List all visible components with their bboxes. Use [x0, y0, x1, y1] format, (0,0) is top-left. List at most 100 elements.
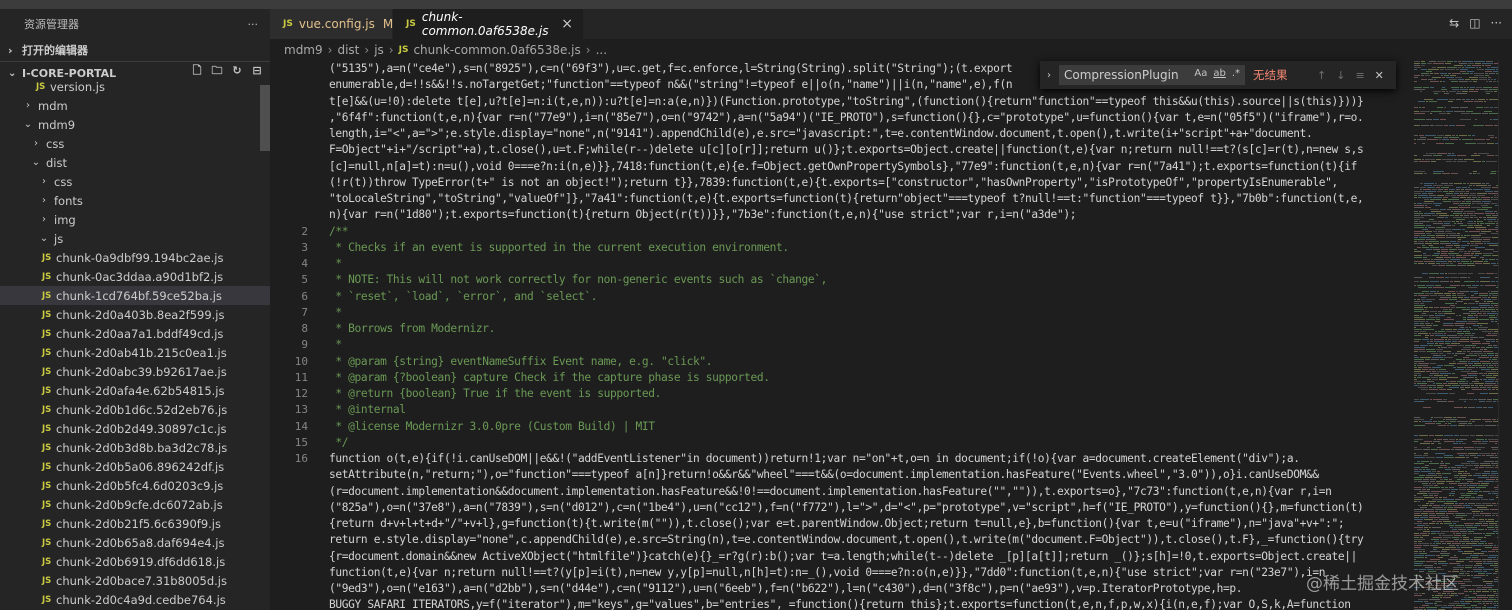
minimap-line: [1489, 99, 1498, 100]
minimap-line: [1443, 497, 1447, 498]
breadcrumb-item[interactable]: js: [374, 43, 384, 57]
sidebar-scrollbar[interactable]: [260, 85, 270, 151]
file-item[interactable]: JS chunk-0a9dbf99.194bc2ae.js: [0, 248, 270, 267]
new-folder-icon[interactable]: 🗀: [210, 64, 224, 78]
file-item[interactable]: JS chunk-2d0b5a06.896242df.js: [0, 457, 270, 476]
file-item[interactable]: JS chunk-2d0b2d49.30897c1c.js: [0, 419, 270, 438]
folder-item[interactable]: › mdm: [0, 96, 270, 115]
breadcrumb-item[interactable]: mdm9: [284, 43, 323, 57]
minimap-line: [1457, 241, 1461, 242]
minimap-line: [1451, 343, 1460, 344]
minimap-line: [1426, 503, 1429, 504]
match-case-toggle[interactable]: Aa: [1194, 68, 1207, 79]
open-editors-section[interactable]: › 打开的编辑器: [0, 39, 270, 61]
minimap-line: [1474, 539, 1481, 540]
folder-item[interactable]: ⌄ dist: [0, 153, 270, 172]
file-item[interactable]: JS chunk-2d0ab41b.215c0ea1.js: [0, 343, 270, 362]
collapse-all-icon[interactable]: ⊟: [250, 64, 264, 78]
file-item[interactable]: JS chunk-2d0aa7a1.bddf49cd.js: [0, 324, 270, 343]
minimap-line: [1437, 521, 1442, 522]
minimap-line: [1417, 377, 1421, 378]
minimap-line: [1445, 541, 1454, 542]
breadcrumb-item[interactable]: dist: [337, 43, 359, 57]
file-item[interactable]: JS chunk-2d0c4a9d.cedbe764.js: [0, 590, 270, 609]
minimap-line: [1470, 339, 1473, 340]
file-item[interactable]: JS chunk-2d0b3d8b.ba3d2c78.js: [0, 438, 270, 457]
file-item[interactable]: JS chunk-1cd764bf.59ce52ba.js: [0, 286, 270, 305]
file-item[interactable]: JS chunk-2d0b6919.df6dd618.js: [0, 552, 270, 571]
minimap-line: [1473, 185, 1475, 186]
minimap-line: [1479, 67, 1481, 68]
toggle-replace-icon[interactable]: ›: [1042, 70, 1056, 81]
file-item[interactable]: JS chunk-2d0b1d6c.52d2eb76.js: [0, 400, 270, 419]
minimap-line: [1482, 161, 1485, 162]
minimap-line: [1458, 471, 1464, 472]
folder-item[interactable]: ⌄ js: [0, 229, 270, 248]
minimap-line: [1480, 307, 1487, 308]
file-item[interactable]: JS chunk-2d0abc39.b92617ae.js: [0, 362, 270, 381]
refresh-icon[interactable]: ↻: [230, 64, 244, 78]
minimap-line: [1478, 481, 1483, 482]
file-item[interactable]: JS chunk-2d0b21f5.6c6390f9.js: [0, 514, 270, 533]
file-item[interactable]: JS chunk-2d0a403b.8ea2f599.js: [0, 305, 270, 324]
file-item[interactable]: JS chunk-0ac3ddaa.a90d1bf2.js: [0, 267, 270, 286]
folder-item[interactable]: › img: [0, 210, 270, 229]
minimap[interactable]: [1414, 61, 1498, 610]
file-item[interactable]: JS chunk-2d0b65a8.daf694e4.js: [0, 533, 270, 552]
minimap-line: [1460, 69, 1468, 70]
tab-vue-config[interactable]: JS vue.config.js M: [270, 9, 393, 39]
code-area[interactable]: ("5135"),a=n("ce4e"),s=n("8925"),c=n("69…: [329, 61, 1409, 610]
minimap-line: [1451, 211, 1453, 212]
minimap-line: [1438, 557, 1443, 558]
editor-scrollbar[interactable]: [1498, 61, 1512, 610]
minimap-line: [1445, 339, 1447, 340]
find-input[interactable]: CompressionPlugin Aa ab .*: [1059, 65, 1245, 85]
more-actions-icon[interactable]: ···: [248, 18, 259, 31]
minimap-line: [1456, 219, 1465, 220]
minimap-line: [1462, 499, 1469, 500]
minimap-line: [1457, 417, 1466, 418]
file-item[interactable]: JS chunk-2d0b5fc4.6d0203c9.js: [0, 476, 270, 495]
compare-changes-icon[interactable]: ⇆: [1449, 16, 1459, 30]
folder-item[interactable]: › css: [0, 172, 270, 191]
more-actions-icon[interactable]: ···: [1491, 16, 1502, 30]
regex-toggle[interactable]: .*: [1232, 68, 1240, 79]
previous-match-icon[interactable]: ↑: [1317, 69, 1326, 82]
file-item[interactable]: JS version.js: [0, 77, 270, 96]
folder-item[interactable]: ⌄ mdm9: [0, 115, 270, 134]
close-icon[interactable]: ×: [561, 16, 573, 32]
minimap-line: [1459, 383, 1468, 384]
tab-chunk-common[interactable]: JS chunk-common.0af6538e.js ×: [393, 9, 583, 39]
minimap-line: [1481, 237, 1491, 238]
minimap-line: [1453, 523, 1456, 524]
breadcrumb-item[interactable]: ...: [596, 43, 607, 57]
find-in-selection-icon[interactable]: ≡: [1355, 69, 1364, 82]
next-match-icon[interactable]: ↓: [1336, 69, 1345, 82]
minimap-line: [1448, 273, 1457, 274]
minimap-line: [1486, 365, 1488, 366]
code-editor[interactable]: 2 3 4 5 6 7 8 9 10 11 12 13 14 15 16 ("5135"),a=n("ce4…: [270, 61, 1414, 610]
minimap-line: [1467, 243, 1470, 244]
minimap-line: [1474, 61, 1485, 62]
close-icon[interactable]: ✕: [1375, 69, 1384, 82]
minimap-line: [1440, 465, 1447, 466]
file-item[interactable]: JS chunk-2d0afa4e.62b54815.js: [0, 381, 270, 400]
folder-item[interactable]: › css: [0, 134, 270, 153]
minimap-line: [1484, 189, 1490, 190]
minimap-line: [1433, 355, 1441, 356]
match-whole-word-toggle[interactable]: ab: [1213, 68, 1225, 79]
split-editor-icon[interactable]: ◫: [1469, 16, 1480, 30]
file-item[interactable]: JS chunk-2d0b9cfe.dc6072ab.js: [0, 495, 270, 514]
minimap-line: [1480, 379, 1482, 380]
new-file-icon[interactable]: 🗋: [190, 64, 204, 78]
minimap-line: [1424, 529, 1426, 530]
breadcrumb-item[interactable]: chunk-common.0af6538e.js: [413, 43, 580, 57]
file-item[interactable]: JS chunk-2d0bace7.31b8005d.js: [0, 571, 270, 590]
minimap-line: [1467, 519, 1478, 520]
folder-item[interactable]: › fonts: [0, 191, 270, 210]
minimap-line: [1482, 309, 1484, 310]
minimap-line: [1429, 463, 1439, 464]
minimap-line: [1489, 259, 1495, 260]
minimap-line: [1464, 87, 1466, 88]
minimap-line: [1425, 323, 1430, 324]
